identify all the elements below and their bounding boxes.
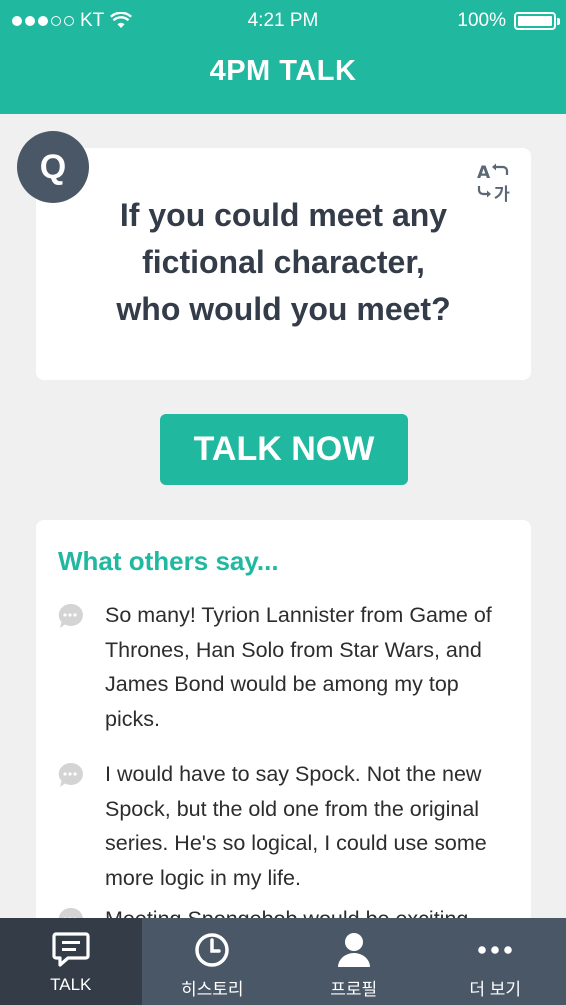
app-title: 4PM TALK [209,55,357,87]
app-header: KT 4:21 PM 100% 4PM TALK [0,0,566,114]
tab-label: 더 보기 [469,980,522,999]
more-icon [478,946,513,954]
tab-bar: TALK 히스토리 프로필 더 보기 [0,918,566,1005]
person-icon [337,933,370,967]
talk-now-button[interactable]: TALK NOW [160,414,408,485]
battery-icon [514,12,560,30]
tab-more[interactable]: 더 보기 [425,918,566,1005]
others-card: What others say... So many! Tyrion Lanni… [36,520,531,940]
question-badge: Q [17,131,89,203]
speech-bubble-icon [58,603,83,628]
chat-icon [52,932,90,967]
tab-label: TALK [50,975,92,994]
tab-talk[interactable]: TALK [0,918,142,1005]
clock-icon [195,933,229,967]
question-line: fictional character, [142,244,425,280]
battery-percent: 100% [457,10,506,31]
comment-text: I would have to say Spock. Not the new S… [105,762,487,890]
tab-label: 프로필 [330,980,378,999]
question-line: who would you meet? [116,291,451,327]
question-line: If you could meet any [119,197,448,233]
status-bar: KT 4:21 PM 100% [0,0,566,40]
tab-history[interactable]: 히스토리 [142,918,284,1005]
speech-bubble-icon [58,762,83,787]
question-card: A 가 If you could meet any fictional char… [36,148,531,380]
tab-label: 히스토리 [180,980,244,999]
comment-text: So many! Tyrion Lannister from Game of T… [105,603,492,731]
svg-text:A: A [477,163,491,183]
status-right: 100% [457,10,560,32]
tab-profile[interactable]: 프로필 [283,918,425,1005]
question-text: If you could meet any fictional characte… [66,192,501,333]
others-title: What others say... [58,546,279,576]
